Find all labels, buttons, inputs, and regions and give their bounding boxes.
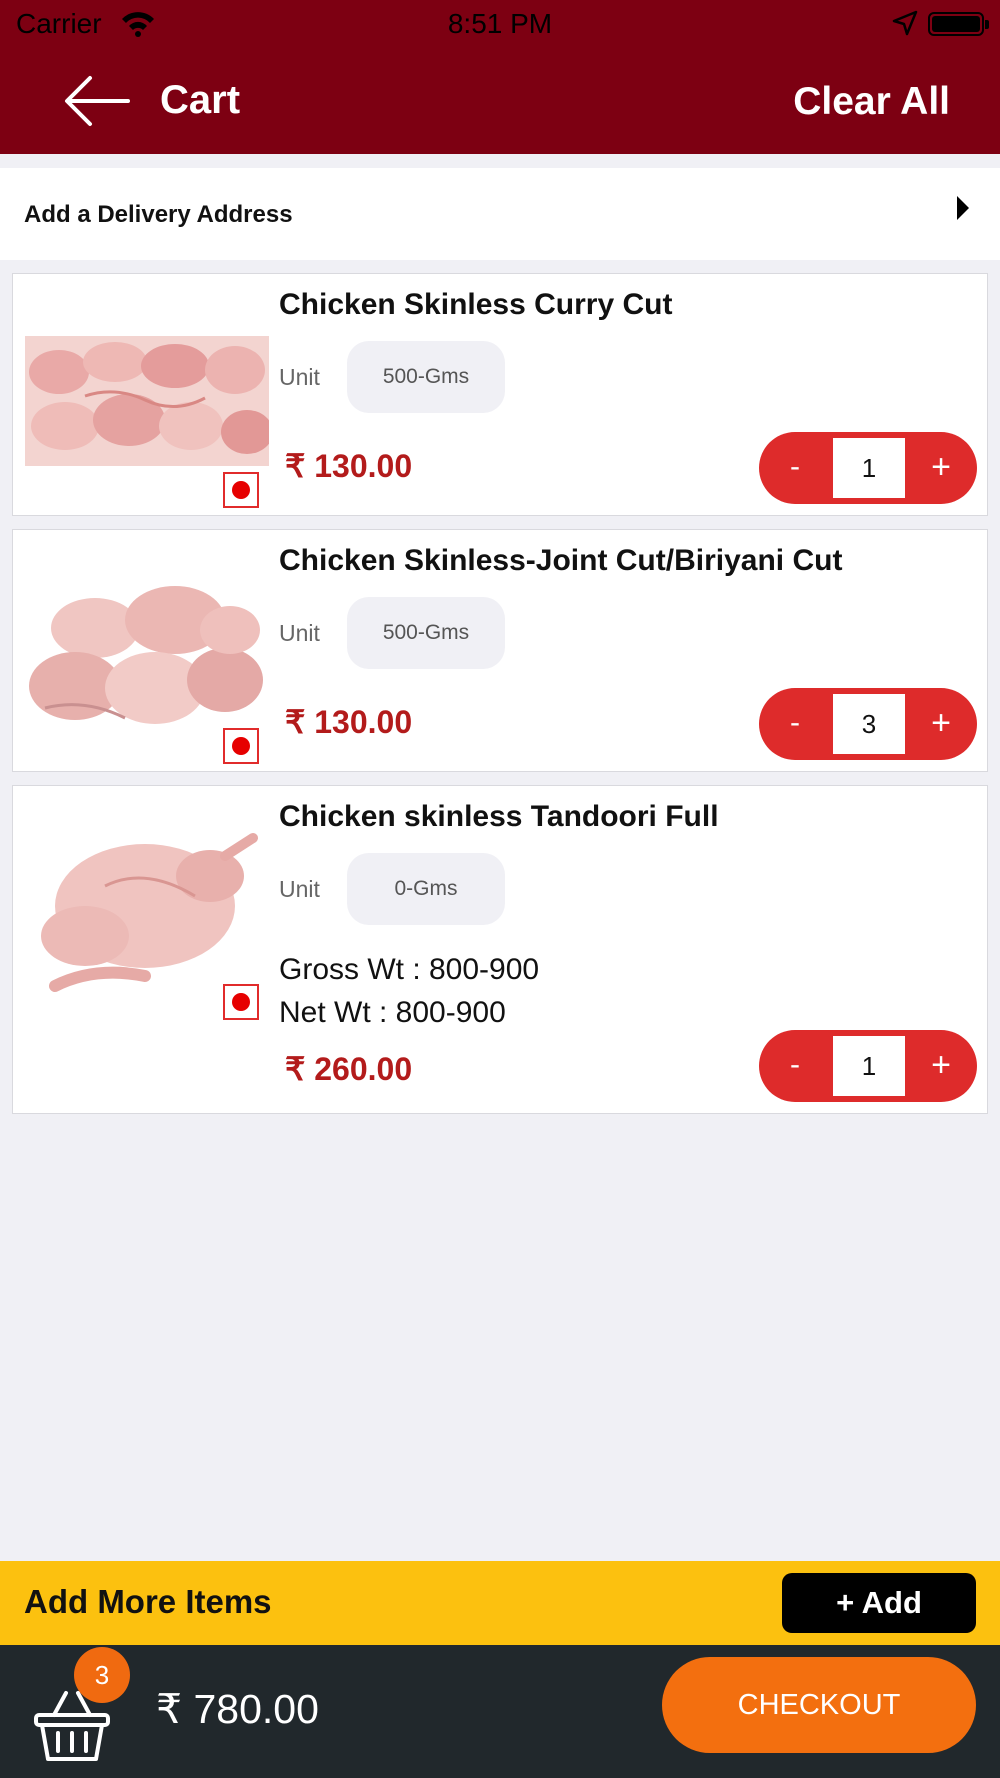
page-title: Cart xyxy=(160,78,241,122)
decrement-button[interactable]: - xyxy=(759,688,831,760)
battery-icon xyxy=(928,12,989,36)
product-image-tandoori-full xyxy=(25,816,269,1006)
non-veg-icon xyxy=(223,472,259,508)
status-time: 8:51 PM xyxy=(447,8,553,39)
unit-selector[interactable]: 0-Gms xyxy=(347,853,505,925)
quantity-stepper: - 1 + xyxy=(759,1030,977,1102)
unit-selector[interactable]: 500-Gms xyxy=(347,341,505,413)
delivery-address-row[interactable]: Add a Delivery Address xyxy=(0,168,1000,260)
increment-button[interactable]: + xyxy=(905,688,977,760)
product-name: Chicken skinless Tandoori Full xyxy=(279,800,719,833)
product-image-curry-cut xyxy=(25,336,269,466)
product-price: ₹ 260.00 xyxy=(285,1051,413,1087)
quantity-value[interactable]: 1 xyxy=(833,1036,905,1096)
clear-all-button[interactable]: Clear All xyxy=(793,80,950,124)
cart-item-card: Chicken Skinless-Joint Cut/Biriyani Cut … xyxy=(12,529,988,772)
unit-selector[interactable]: 500-Gms xyxy=(347,597,505,669)
add-items-button[interactable]: + Add xyxy=(782,1573,976,1633)
unit-label: Unit xyxy=(279,364,320,390)
quantity-value[interactable]: 3 xyxy=(833,694,905,754)
checkout-button[interactable]: CHECKOUT xyxy=(662,1657,976,1753)
decrement-button[interactable]: - xyxy=(759,1030,831,1102)
quantity-stepper: - 1 + xyxy=(759,432,977,504)
nav-bar: Cart Clear All xyxy=(0,48,1000,154)
cart-total: ₹ 780.00 xyxy=(156,1686,319,1732)
location-arrow-icon xyxy=(892,10,918,36)
product-name: Chicken Skinless Curry Cut xyxy=(279,288,673,321)
cart-count-badge: 3 xyxy=(74,1647,130,1703)
increment-button[interactable]: + xyxy=(905,1030,977,1102)
quantity-value[interactable]: 1 xyxy=(833,438,905,498)
add-more-items-label: Add More Items xyxy=(24,1583,272,1620)
decrement-button[interactable]: - xyxy=(759,432,831,504)
non-veg-icon xyxy=(223,728,259,764)
cart-item-card: Chicken Skinless Curry Cut Unit 500-Gms … xyxy=(12,273,988,516)
chevron-right-icon xyxy=(957,196,969,220)
product-price: ₹ 130.00 xyxy=(285,448,413,484)
product-image-biriyani-cut xyxy=(25,568,269,738)
gross-weight: Gross Wt : 800-900 xyxy=(279,953,540,986)
status-bar: Carrier 8:51 PM xyxy=(0,0,1000,48)
add-more-items-bar: Add More Items + Add xyxy=(0,1561,1000,1645)
unit-label: Unit xyxy=(279,620,320,646)
product-price: ₹ 130.00 xyxy=(285,704,413,740)
product-name: Chicken Skinless-Joint Cut/Biriyani Cut xyxy=(279,544,843,577)
delivery-address-label: Add a Delivery Address xyxy=(24,201,293,228)
net-weight: Net Wt : 800-900 xyxy=(279,996,506,1029)
unit-label: Unit xyxy=(279,876,320,902)
increment-button[interactable]: + xyxy=(905,432,977,504)
quantity-stepper: - 3 + xyxy=(759,688,977,760)
cart-footer: 3 ₹ 780.00 CHECKOUT xyxy=(0,1645,1000,1778)
non-veg-icon xyxy=(223,984,259,1020)
cart-item-card: Chicken skinless Tandoori Full Unit 0-Gm… xyxy=(12,785,988,1114)
back-arrow-icon[interactable] xyxy=(62,74,132,128)
